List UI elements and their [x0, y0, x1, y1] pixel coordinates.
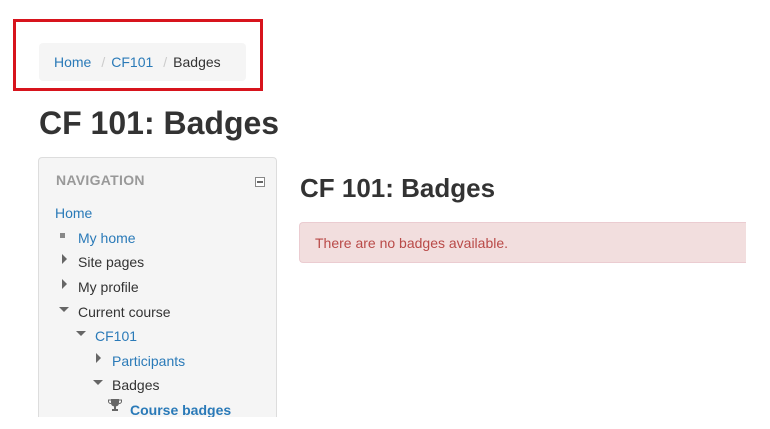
- expand-arrow-icon[interactable]: [96, 353, 101, 363]
- collapse-arrow-icon[interactable]: [76, 331, 86, 336]
- breadcrumb-course-link[interactable]: CF101: [111, 54, 153, 70]
- nav-item-site-pages[interactable]: Site pages: [78, 253, 144, 271]
- breadcrumb-current: Badges: [173, 54, 221, 70]
- breadcrumb: Home / CF101 / Badges: [39, 43, 246, 81]
- alert-message: There are no badges available.: [315, 234, 509, 251]
- nav-item-home[interactable]: Home: [55, 204, 92, 222]
- no-badges-alert: There are no badges available.: [299, 222, 759, 263]
- nav-my-home-link[interactable]: My home: [78, 230, 136, 246]
- crop-edge: [746, 0, 770, 429]
- nav-item-course-badges[interactable]: Course badges: [130, 401, 231, 417]
- nav-item-current-course[interactable]: Current course: [78, 303, 171, 321]
- collapse-icon[interactable]: [255, 177, 265, 187]
- collapse-arrow-icon[interactable]: [59, 307, 69, 312]
- nav-course-badges-link[interactable]: Course badges: [130, 402, 231, 417]
- trophy-icon: [108, 399, 122, 411]
- page: Home / CF101 / Badges CF 101: Badges NAV…: [0, 0, 770, 429]
- expand-arrow-icon[interactable]: [62, 279, 67, 289]
- nav-item-cf101[interactable]: CF101: [95, 327, 137, 345]
- nav-item-my-home[interactable]: My home: [78, 229, 136, 247]
- breadcrumb-home-link[interactable]: Home: [54, 54, 91, 70]
- nav-cf101-link[interactable]: CF101: [95, 328, 137, 344]
- page-title: CF 101: Badges: [39, 105, 280, 141]
- navigation-block: NAVIGATION Home My home Site pages My pr…: [38, 157, 277, 417]
- main-heading: CF 101: Badges: [300, 173, 496, 203]
- breadcrumb-separator: /: [163, 54, 168, 70]
- collapse-arrow-icon[interactable]: [93, 380, 103, 385]
- navigation-header: NAVIGATION: [56, 172, 145, 188]
- expand-arrow-icon[interactable]: [62, 254, 67, 264]
- nav-participants-link[interactable]: Participants: [112, 353, 185, 369]
- nav-item-my-profile[interactable]: My profile: [78, 278, 139, 296]
- breadcrumb-separator: /: [101, 54, 106, 70]
- nav-item-participants[interactable]: Participants: [112, 352, 185, 370]
- nav-home-link[interactable]: Home: [55, 205, 92, 221]
- nav-item-badges[interactable]: Badges: [112, 376, 159, 394]
- bullet-icon: [60, 233, 65, 238]
